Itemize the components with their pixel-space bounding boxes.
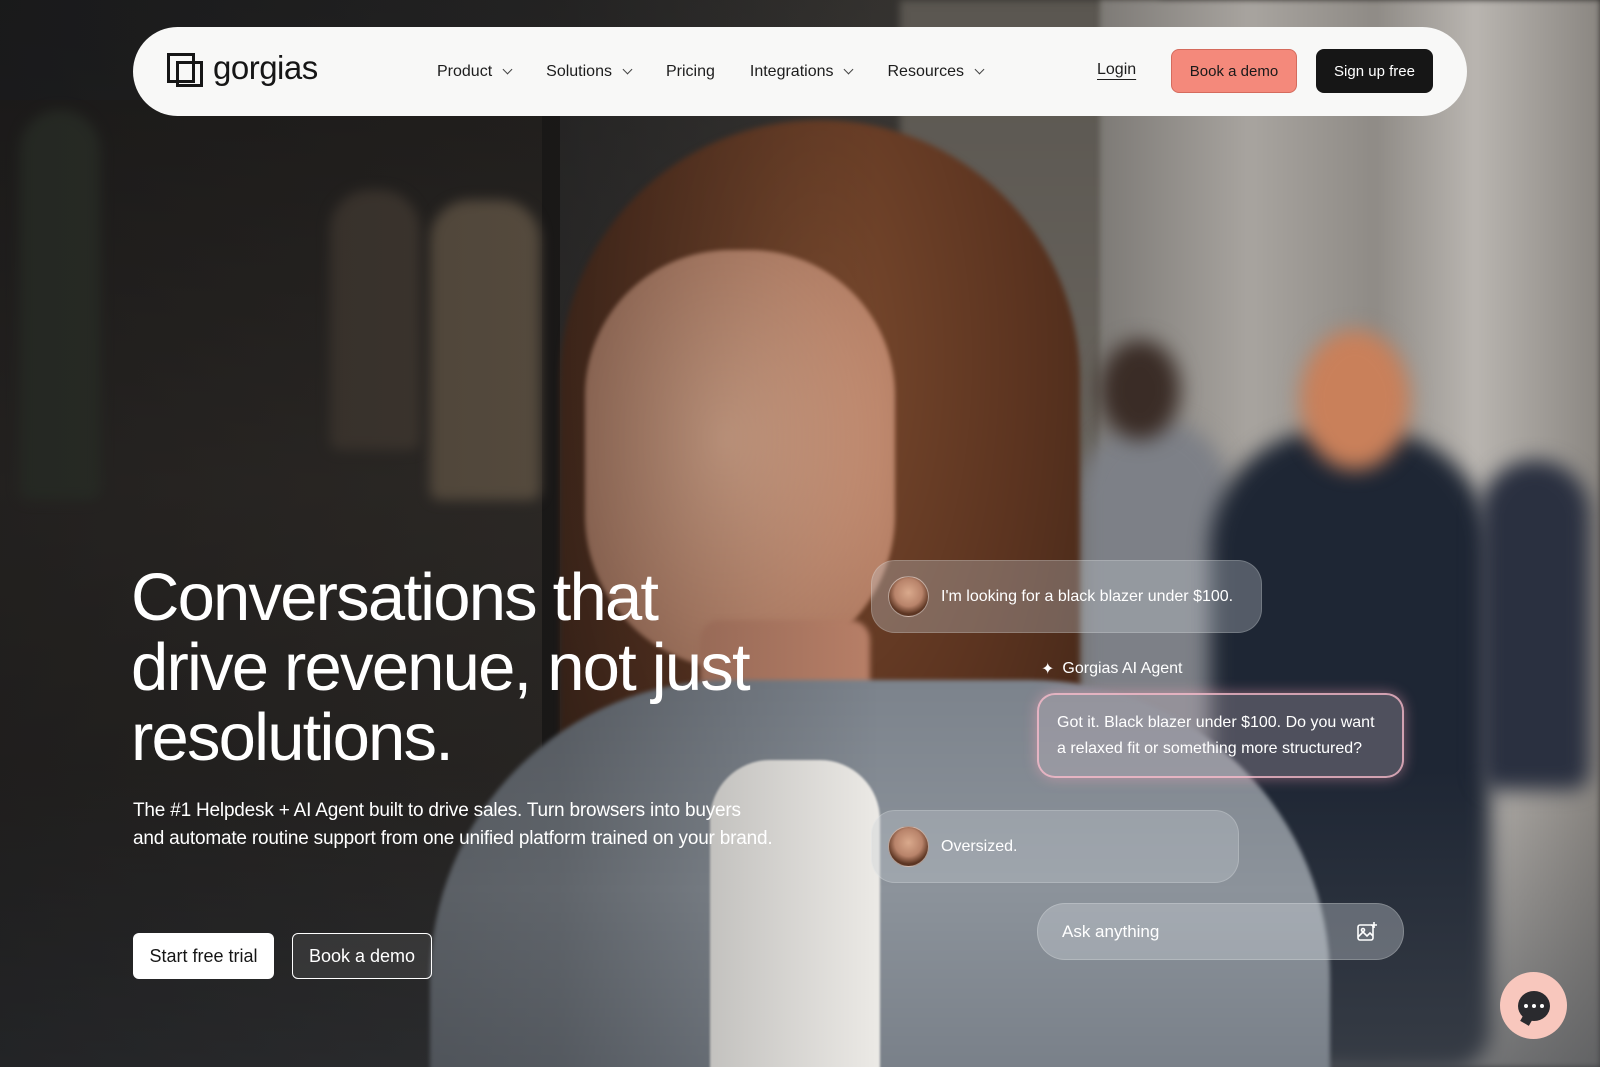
chevron-down-icon xyxy=(974,64,985,75)
agent-message-text: Got it. Black blazer under $100. Do you … xyxy=(1057,713,1375,757)
top-navbar: gorgias Product Solutions Pricing Integr… xyxy=(133,27,1467,116)
nav-item-product[interactable]: Product xyxy=(437,63,513,81)
logo-text: gorgias xyxy=(213,49,318,86)
user-message-text: I'm looking for a black blazer under $10… xyxy=(941,587,1234,605)
hero-subtext: The #1 Helpdesk + AI Agent built to driv… xyxy=(133,800,773,849)
nav-links: Product Solutions Pricing Integrations R… xyxy=(437,27,1018,116)
gorgias-logo[interactable]: gorgias xyxy=(167,49,318,87)
ask-anything-input[interactable]: Ask anything xyxy=(1037,903,1404,960)
chevron-down-icon xyxy=(622,64,633,75)
agent-name: Gorgias AI Agent xyxy=(1062,660,1183,677)
book-demo-hero-button[interactable]: Book a demo xyxy=(292,933,432,979)
ask-input-placeholder: Ask anything xyxy=(1062,921,1160,941)
chevron-down-icon xyxy=(502,64,513,75)
chat-launcher-button[interactable] xyxy=(1500,972,1567,1039)
nav-item-solutions[interactable]: Solutions xyxy=(546,63,633,81)
chevron-down-icon xyxy=(844,64,854,75)
sparkle-icon: ✦ xyxy=(1041,661,1055,678)
sign-up-button[interactable]: Sign up free xyxy=(1316,49,1433,93)
user-message-bubble: I'm looking for a black blazer under $10… xyxy=(871,560,1262,633)
chat-icon xyxy=(1517,990,1550,1021)
nav-item-pricing[interactable]: Pricing xyxy=(666,63,715,81)
avatar xyxy=(888,826,929,867)
logo-mark-icon xyxy=(167,49,203,87)
agent-label: ✦ Gorgias AI Agent xyxy=(1041,659,1182,679)
hero-headline: Conversations that drive revenue, not ju… xyxy=(131,560,751,775)
nav-item-resources[interactable]: Resources xyxy=(887,63,985,81)
avatar xyxy=(888,576,929,617)
book-demo-nav-button[interactable]: Book a demo xyxy=(1171,49,1297,93)
start-free-trial-button[interactable]: Start free trial xyxy=(133,933,274,979)
image-add-icon[interactable] xyxy=(1355,920,1379,944)
user-message-text: Oversized. xyxy=(941,837,1018,855)
nav-item-integrations[interactable]: Integrations xyxy=(750,63,854,81)
agent-message-bubble: Got it. Black blazer under $100. Do you … xyxy=(1037,693,1404,778)
login-link[interactable]: Login xyxy=(1097,61,1136,79)
user-message-bubble: Oversized. xyxy=(871,810,1239,883)
